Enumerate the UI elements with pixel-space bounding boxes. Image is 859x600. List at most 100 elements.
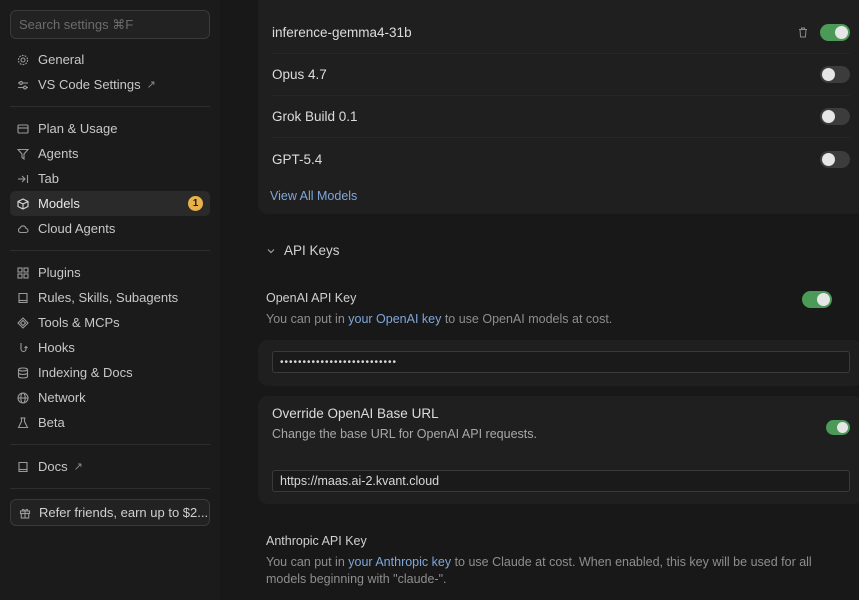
toggle-knob xyxy=(822,152,835,166)
sidebar-item-label: Docs xyxy=(38,459,68,474)
desc-text: You can put in xyxy=(266,312,349,326)
model-name: Grok Build 0.1 xyxy=(272,109,358,124)
section-title: API Keys xyxy=(284,243,340,258)
nav-group-general: General VS Code Settings ↗ xyxy=(10,39,210,97)
anthropic-key-title: Anthropic API Key xyxy=(266,534,367,548)
card-icon xyxy=(17,123,29,135)
database-icon xyxy=(17,366,29,379)
models-card: inference-gemma4-31b Opus 4.7 Grok Build… xyxy=(258,0,859,214)
nav-group-account: Plan & Usage Agents Tab Models 1 Cloud A… xyxy=(10,116,210,241)
model-row: GPT-5.4 xyxy=(272,138,850,180)
openai-key-link[interactable]: your OpenAI key xyxy=(348,312,441,326)
nav-group-docs: Docs ↗ xyxy=(10,454,210,479)
sidebar-item-label: Indexing & Docs xyxy=(38,365,133,380)
openai-key-toggle[interactable] xyxy=(802,291,832,308)
sidebar-item-cloud-agents[interactable]: Cloud Agents xyxy=(10,216,210,241)
anthropic-key-description: You can put in your Anthropic key to use… xyxy=(266,554,832,588)
sidebar-divider xyxy=(10,444,210,445)
sidebar-divider xyxy=(10,106,210,107)
override-base-url-card: Override OpenAI Base URL Change the base… xyxy=(258,396,859,504)
sidebar-item-general[interactable]: General xyxy=(10,47,210,72)
sidebar-item-beta[interactable]: Beta xyxy=(10,410,210,435)
sidebar-item-label: General xyxy=(38,52,85,67)
base-url-input[interactable] xyxy=(272,470,850,492)
sidebar-item-label: Plugins xyxy=(38,265,81,280)
trash-icon[interactable] xyxy=(798,27,808,38)
refer-friends-button[interactable]: Refer friends, earn up to $2... xyxy=(10,499,210,526)
sidebar-item-plugins[interactable]: Plugins xyxy=(10,260,210,285)
override-title: Override OpenAI Base URL xyxy=(272,406,439,421)
override-toggle[interactable] xyxy=(826,420,850,435)
sidebar-divider xyxy=(10,488,210,489)
openai-key-block: OpenAI API Key You can put in your OpenA… xyxy=(266,291,832,328)
model-toggle[interactable] xyxy=(820,24,850,41)
tab-arrow-icon xyxy=(17,173,29,185)
sidebar-item-tab[interactable]: Tab xyxy=(10,166,210,191)
sidebar-item-label: Models xyxy=(38,196,80,211)
sidebar-item-label: Rules, Skills, Subagents xyxy=(38,290,179,305)
toggle-knob xyxy=(822,110,835,123)
sidebar-item-tools-mcps[interactable]: Tools & MCPs xyxy=(10,310,210,335)
sidebar-item-rules-skills-subagents[interactable]: Rules, Skills, Subagents xyxy=(10,285,210,310)
anthropic-key-link[interactable]: your Anthropic key xyxy=(348,555,451,569)
sidebar-item-vscode-settings[interactable]: VS Code Settings ↗ xyxy=(10,72,210,97)
nav-group-tools: Plugins Rules, Skills, Subagents Tools &… xyxy=(10,260,210,435)
model-name: GPT-5.4 xyxy=(272,151,323,167)
openai-key-description: You can put in your OpenAI key to use Op… xyxy=(266,311,832,328)
grid-icon xyxy=(17,266,29,279)
globe-icon xyxy=(17,391,29,404)
sidebar-item-docs[interactable]: Docs ↗ xyxy=(10,454,210,479)
book-icon xyxy=(17,461,29,473)
external-link-icon: ↗ xyxy=(73,461,83,473)
flask-icon xyxy=(17,416,29,429)
desc-text: to use OpenAI models at cost. xyxy=(441,312,613,326)
desc-text: You can put in xyxy=(266,555,349,569)
sidebar-item-label: Agents xyxy=(38,146,79,161)
sidebar-item-models[interactable]: Models 1 xyxy=(10,191,210,216)
cloud-icon xyxy=(17,223,29,235)
sidebar-item-agents[interactable]: Agents xyxy=(10,141,210,166)
agent-icon xyxy=(17,148,29,160)
sidebar-item-label: Cloud Agents xyxy=(38,221,116,236)
openai-key-input[interactable] xyxy=(272,351,850,373)
model-name: inference-gemma4-31b xyxy=(272,25,412,40)
gift-icon xyxy=(19,507,31,519)
refer-label: Refer friends, earn up to $2... xyxy=(39,505,209,520)
book-icon xyxy=(17,292,29,304)
anthropic-key-block: Anthropic API Key You can put in your An… xyxy=(266,534,832,588)
tools-icon xyxy=(17,316,29,329)
sidebar-item-network[interactable]: Network xyxy=(10,385,210,410)
sidebar-item-label: VS Code Settings xyxy=(38,77,141,92)
model-toggle[interactable] xyxy=(820,66,850,83)
toggle-knob xyxy=(835,26,848,39)
notification-badge: 1 xyxy=(188,196,203,211)
external-link-icon: ↗ xyxy=(146,79,156,91)
sidebar-item-label: Hooks xyxy=(38,340,75,355)
sidebar-item-label: Tab xyxy=(38,171,59,186)
model-toggle[interactable] xyxy=(820,150,850,168)
sidebar-item-plan-usage[interactable]: Plan & Usage xyxy=(10,116,210,141)
model-toggle[interactable] xyxy=(820,108,850,125)
sidebar-item-label: Network xyxy=(38,390,86,405)
cube-icon xyxy=(17,197,29,210)
sidebar-divider xyxy=(10,250,210,251)
openai-key-title: OpenAI API Key xyxy=(266,291,357,305)
hook-icon xyxy=(17,342,29,354)
chevron-down-icon xyxy=(266,246,276,256)
main-content: inference-gemma4-31b Opus 4.7 Grok Build… xyxy=(220,0,859,600)
sidebar-item-indexing-docs[interactable]: Indexing & Docs xyxy=(10,360,210,385)
api-keys-section-header[interactable]: API Keys xyxy=(266,243,340,258)
sidebar-item-hooks[interactable]: Hooks xyxy=(10,335,210,360)
search-input[interactable] xyxy=(19,17,201,32)
search-box[interactable] xyxy=(10,10,210,39)
gear-icon xyxy=(17,54,29,66)
model-row: Opus 4.7 xyxy=(272,54,850,96)
settings-sidebar: General VS Code Settings ↗ Plan & Usage … xyxy=(0,0,220,600)
view-all-models-link[interactable]: View All Models xyxy=(270,189,357,203)
toggle-knob xyxy=(822,68,835,81)
model-row: inference-gemma4-31b xyxy=(272,12,850,54)
sidebar-item-label: Tools & MCPs xyxy=(38,315,120,330)
model-row: Grok Build 0.1 xyxy=(272,96,850,138)
toggle-knob xyxy=(817,293,830,306)
sidebar-item-label: Plan & Usage xyxy=(38,121,118,136)
